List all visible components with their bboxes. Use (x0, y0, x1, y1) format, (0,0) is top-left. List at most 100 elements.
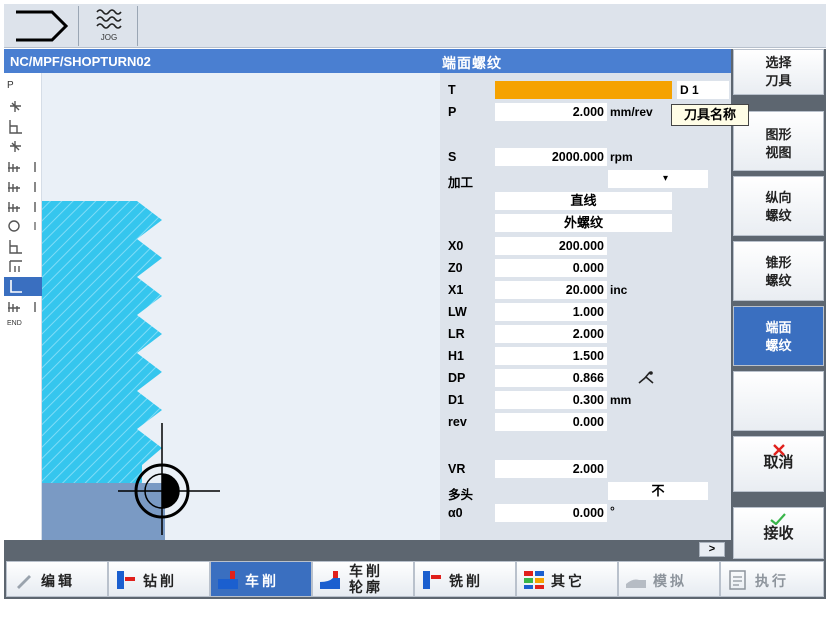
turning-contour-softkey[interactable]: 车削 轮廓 (312, 561, 414, 597)
h1-input[interactable]: 1.500 (495, 347, 607, 365)
softkey-label: 车削 (245, 573, 279, 589)
contour-icon (8, 302, 36, 312)
step-row-selected-thread[interactable] (4, 277, 42, 296)
longitudinal-thread-softkey[interactable]: 纵向 螺纹 (733, 176, 824, 236)
softkey-line: 视图 (765, 145, 792, 160)
step-row[interactable] (4, 237, 42, 256)
alpha0-input[interactable]: 0.000 (495, 504, 607, 522)
softkey-line: 刀具 (765, 73, 792, 88)
softkey-line: 锥形 (765, 255, 792, 270)
jog-mode-indicator[interactable]: JOG (78, 6, 138, 46)
more-softkeys-button[interactable]: > (699, 542, 725, 557)
step-row[interactable] (4, 217, 42, 236)
stock-removal-icon (9, 120, 22, 134)
multi-start-label: 多头 (448, 488, 474, 502)
step-row[interactable] (4, 257, 42, 276)
face-thread-diagram (42, 201, 220, 540)
pencil-icon (17, 575, 31, 589)
empty-softkey[interactable] (733, 371, 824, 431)
softkey-line: 图形 (765, 127, 792, 142)
thread-parameter-panel: T D 1 P 2.000 mm/rev S 2000.000 rpm 加工 ▾… (440, 73, 731, 540)
softkey-label: 模拟 (653, 573, 687, 589)
thread-position-select[interactable]: 外螺纹 (495, 214, 672, 232)
other-softkey[interactable]: 其它 (516, 561, 618, 597)
rev-input[interactable]: 0.000 (495, 413, 607, 431)
horizontal-softkey-bar: 编辑 钻削 车削 车削 轮廓 铣削 其它 模拟 执行 (4, 559, 826, 599)
milling-icon (423, 571, 441, 589)
flank-infeed-icon[interactable] (636, 369, 658, 387)
machining-select[interactable]: ▾ (608, 170, 708, 188)
d1-input[interactable]: 0.300 (495, 391, 607, 409)
param-label: S (448, 150, 457, 164)
step-row[interactable] (4, 97, 42, 116)
softkey-line: 螺纹 (765, 338, 792, 353)
param-label: P (448, 105, 457, 119)
taper-thread-softkey[interactable]: 锥形 螺纹 (733, 241, 824, 301)
param-label: X1 (448, 283, 464, 297)
thread-help-graphic (42, 73, 440, 540)
z0-input[interactable]: 0.000 (495, 259, 607, 277)
dp-input[interactable]: 0.866 (495, 369, 607, 387)
machine-mode-arrow-icon (16, 10, 68, 42)
program-step-icon-column: P END (4, 73, 42, 540)
thread-step-icon (10, 280, 22, 293)
alpha0-unit: ° (610, 504, 615, 518)
step-row[interactable] (4, 137, 42, 156)
chevron-down-icon: ▾ (662, 173, 668, 184)
accept-softkey[interactable]: 接收 (733, 507, 824, 559)
cancel-x-icon (773, 444, 785, 456)
stock-removal-icon (9, 240, 22, 254)
softkey-line: 纵向 (765, 190, 792, 205)
hmi-window: JOG NC/MPF/SHOPTURN02 端面螺纹 P END T D 1 P… (0, 0, 827, 626)
step-row[interactable] (4, 177, 42, 196)
multi-start-select[interactable]: 不 (608, 482, 708, 500)
contour-icon (8, 162, 36, 172)
param-label: D1 (448, 393, 464, 407)
accept-check-icon (770, 513, 786, 525)
t-label: T (448, 83, 456, 97)
step-row[interactable] (4, 157, 42, 176)
simulate-softkey[interactable]: 模拟 (618, 561, 720, 597)
param-label: rev (448, 415, 467, 429)
vr-input[interactable]: 2.000 (495, 460, 607, 478)
select-tool-softkey[interactable]: 选择 刀具 (733, 49, 824, 95)
tool-name-input[interactable] (495, 81, 672, 99)
param-label: DP (448, 371, 466, 385)
drilling-softkey[interactable]: 钻削 (108, 561, 210, 597)
turning-softkey[interactable]: 车削 (210, 561, 312, 597)
lw-input[interactable]: 1.000 (495, 303, 607, 321)
param-label: H1 (448, 349, 464, 363)
step-row[interactable] (4, 117, 42, 136)
step-row[interactable] (4, 197, 42, 216)
softkey-label: 铣削 (449, 573, 483, 589)
softkey-line: 端面 (765, 320, 792, 335)
d-number-field[interactable]: D 1 (677, 81, 729, 99)
pitch-input[interactable]: 2.000 (495, 103, 607, 121)
x0-input[interactable]: 200.000 (495, 237, 607, 255)
program-header-label: P (7, 80, 14, 91)
cancel-softkey[interactable]: 取消 (733, 436, 824, 492)
contour-icon (8, 202, 36, 212)
speed-input[interactable]: 2000.000 (495, 148, 607, 166)
thread-type-select[interactable]: 直线 (495, 192, 672, 210)
edit-softkey[interactable]: 编辑 (6, 561, 108, 597)
speed-unit: rpm (610, 150, 633, 164)
top-bar: JOG (4, 4, 826, 48)
tool-name-tooltip: 刀具名称 (671, 104, 749, 126)
turning-cycle-icon (10, 101, 21, 112)
lr-input[interactable]: 2.000 (495, 325, 607, 343)
pitch-unit: mm/rev (610, 105, 653, 119)
step-row-end[interactable]: END (4, 317, 42, 336)
softkey-label-line2: 轮廓 (349, 579, 383, 595)
param-label: LR (448, 327, 465, 341)
step-row-program-header[interactable]: P (4, 77, 42, 96)
face-thread-softkey[interactable]: 端面 螺纹 (733, 306, 824, 366)
x1-input[interactable]: 20.000 (495, 281, 607, 299)
milling-softkey[interactable]: 铣削 (414, 561, 516, 597)
x1-unit: inc (610, 283, 628, 297)
step-row[interactable] (4, 297, 42, 316)
execute-softkey[interactable]: 执行 (720, 561, 824, 597)
param-label: Z0 (448, 261, 463, 275)
program-path: NC/MPF/SHOPTURN02 (10, 54, 151, 69)
circle-pattern-icon (8, 220, 36, 232)
